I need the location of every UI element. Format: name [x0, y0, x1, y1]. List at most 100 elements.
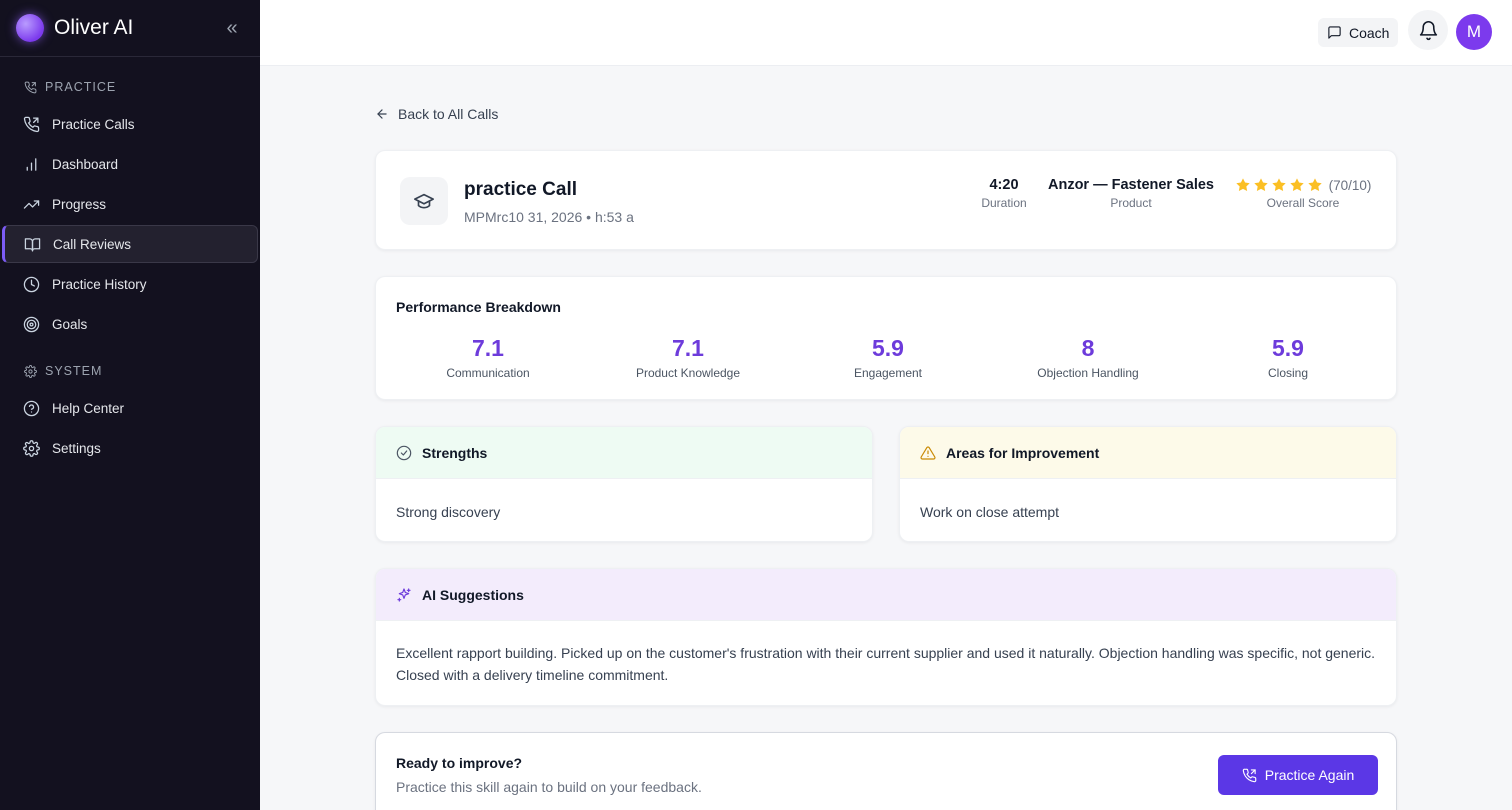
back-link-label: Back to All Calls [398, 106, 499, 122]
star-icon [1235, 178, 1250, 191]
phone-icon [24, 81, 37, 93]
strengths-header: Strengths [376, 427, 872, 479]
sidebar-item-label: Help Center [52, 400, 125, 416]
main-content: Back to All Calls practice Call MPMrc10 … [260, 66, 1512, 810]
call-type-badge [400, 177, 448, 225]
sidebar-item-settings[interactable]: Settings [2, 429, 258, 467]
score-label: Engagement [853, 366, 923, 380]
ready-subtitle: Practice this skill again to build on yo… [396, 779, 702, 795]
sidebar-item-help-center[interactable]: Help Center [2, 389, 258, 427]
sidebar-item-label: Practice History [52, 276, 147, 292]
brand-logo [16, 14, 44, 42]
collapse-sidebar-icon[interactable]: « [220, 17, 244, 40]
duration-value: 4:20 [989, 177, 1019, 193]
strengths-body: Strong discovery [396, 504, 501, 520]
star-icon [1253, 178, 1268, 191]
ai-suggestions-body: Excellent rapport building. Picked up on… [396, 645, 1376, 683]
score-value: 7.1 [672, 335, 704, 361]
book-open-icon [24, 237, 41, 252]
score-label: Closing [1267, 366, 1309, 380]
help-circle-icon [23, 400, 40, 416]
call-datetime: MPMrc10 31, 2026 • h:53 a [464, 209, 634, 225]
star-icon [1289, 178, 1304, 191]
duration-metric: 4:20 Duration [974, 177, 1034, 210]
sparkles-icon [397, 587, 411, 602]
sidebar-item-label: Dashboard [52, 156, 119, 172]
score-product-knowledge: 7.1 Product Knowledge [588, 335, 788, 380]
score-objection-handling: 8 Objection Handling [988, 335, 1188, 380]
performance-breakdown-title: Performance Breakdown [396, 299, 561, 315]
system-nav: Help Center Settings [0, 389, 260, 467]
arrow-left-icon [377, 109, 387, 119]
section-label-text: PRACTICE [45, 80, 117, 94]
overall-score-value: (70/10) [1328, 177, 1372, 193]
check-circle-icon [396, 445, 412, 460]
score-value: 8 [1081, 335, 1095, 361]
ai-suggestions-title: AI Suggestions [422, 586, 524, 603]
score-label: Product Knowledge [635, 366, 741, 380]
user-avatar[interactable]: M [1456, 14, 1492, 50]
strengths-card: Strengths Strong discovery [375, 426, 873, 542]
sidebar-item-progress[interactable]: Progress [2, 185, 258, 223]
duration-label: Duration [981, 196, 1027, 210]
brand-header: Oliver AI « [0, 0, 260, 57]
sidebar-item-label: Practice Calls [52, 116, 135, 132]
phone-icon [23, 116, 40, 132]
section-label-practice: PRACTICE [0, 77, 260, 97]
score-value: 5.9 [872, 335, 904, 361]
score-communication: 7.1 Communication [388, 335, 588, 380]
sidebar-item-label: Call Reviews [53, 236, 132, 252]
app-name: Oliver AI [54, 16, 134, 39]
sidebar-item-dashboard[interactable]: Dashboard [2, 145, 258, 183]
coach-button-label: Coach [1349, 24, 1390, 41]
practice-again-button[interactable]: Practice Again [1218, 755, 1378, 795]
sidebar-item-label: Progress [52, 196, 107, 212]
overall-score-metric: (70/10) Overall Score [1228, 177, 1378, 210]
product-value: Anzor — Fastener Sales [1048, 177, 1214, 193]
notifications-button[interactable] [1408, 10, 1448, 50]
sidebar-item-practice-history[interactable]: Practice History [2, 265, 258, 303]
sidebar-item-goals[interactable]: Goals [2, 305, 258, 343]
overall-score-label: Overall Score [1266, 196, 1340, 210]
ai-suggestions-card: AI Suggestions Excellent rapport buildin… [375, 568, 1397, 706]
section-label-text: SYSTEM [45, 364, 103, 378]
back-to-all-calls-link[interactable]: Back to All Calls [375, 106, 498, 122]
sidebar-item-call-reviews[interactable]: Call Reviews [2, 225, 258, 263]
gear-icon [24, 364, 37, 378]
score-closing: 5.9 Closing [1188, 335, 1388, 380]
section-label-system: SYSTEM [0, 361, 260, 381]
sidebar-item-label: Settings [52, 440, 101, 456]
graduation-cap-icon [414, 193, 434, 209]
coach-button[interactable]: Coach [1318, 18, 1399, 47]
improvement-title: Areas for Improvement [946, 444, 1100, 461]
score-label: Objection Handling [1037, 366, 1139, 380]
ai-suggestions-header: AI Suggestions [376, 569, 1396, 621]
ready-title: Ready to improve? [396, 755, 523, 771]
gear-icon [23, 439, 40, 457]
phone-icon [1242, 768, 1257, 782]
product-label: Product [1110, 196, 1152, 210]
star-rating: (70/10) [1228, 177, 1378, 193]
score-value: 7.1 [472, 335, 504, 361]
strengths-title: Strengths [422, 444, 488, 461]
sidebar-item-practice-calls[interactable]: Practice Calls [2, 105, 258, 143]
performance-scores: 7.1 Communication 7.1 Product Knowledge … [376, 335, 1396, 380]
star-icon [1307, 178, 1322, 191]
sidebar: Oliver AI « PRACTICE Practice Calls Dash… [0, 0, 260, 810]
ready-to-improve-card: Ready to improve? Practice this skill ag… [375, 732, 1397, 810]
improvement-body: Work on close attempt [920, 504, 1060, 520]
bell-icon [1419, 20, 1437, 40]
practice-again-label: Practice Again [1264, 767, 1355, 783]
product-metric: Anzor — Fastener Sales Product [1046, 177, 1216, 210]
score-engagement: 5.9 Engagement [788, 335, 988, 380]
warning-triangle-icon [920, 445, 936, 460]
sidebar-item-label: Goals [52, 316, 88, 332]
improvement-header: Areas for Improvement [900, 427, 1396, 479]
target-icon [23, 316, 40, 332]
score-label: Communication [446, 366, 530, 380]
call-title: practice Call [464, 179, 577, 200]
bar-chart-icon [26, 157, 37, 171]
top-bar: Coach M [260, 0, 1512, 66]
performance-breakdown-card: Performance Breakdown 7.1 Communication … [375, 276, 1397, 400]
practice-nav: Practice Calls Dashboard Progress Call R… [0, 105, 260, 343]
